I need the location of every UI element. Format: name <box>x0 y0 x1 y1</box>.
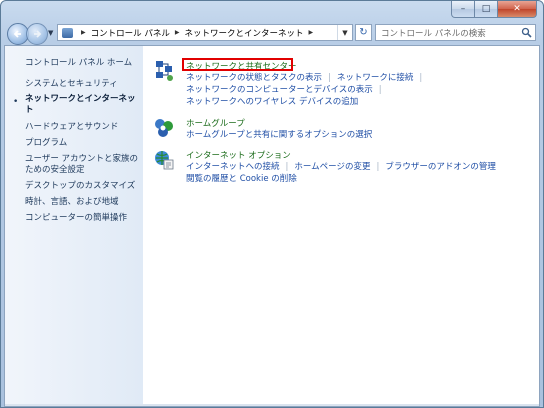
network-sharing-icon <box>156 61 173 81</box>
sidebar-item-control-panel-home[interactable]: コントロール パネル ホーム <box>25 58 132 69</box>
breadcrumb-network-internet[interactable]: ネットワークとインターネット <box>184 27 303 39</box>
link-separator: | <box>378 85 382 95</box>
homegroup-link[interactable]: ホームグループ <box>186 117 245 129</box>
maximize-icon: □ <box>481 4 491 14</box>
homegroup-task-links: ホームグループと共有に関するオプションの選択 <box>186 129 372 141</box>
search-placeholder: コントロール パネルの検索 <box>381 28 486 39</box>
homegroup-icon <box>155 119 173 137</box>
link-separator: | <box>419 73 423 83</box>
breadcrumb-control-panel[interactable]: コントロール パネル <box>91 27 170 39</box>
chevron-right-icon[interactable]: ▶ <box>308 29 313 36</box>
address-dropdown-button[interactable]: ▼ <box>337 25 352 40</box>
chevron-right-icon[interactable]: ▶ <box>81 29 86 36</box>
manage-browser-addons-link[interactable]: ブラウザーのアドオンの管理 <box>385 162 496 172</box>
search-icon[interactable] <box>521 27 532 38</box>
view-network-computers-link[interactable]: ネットワークのコンピューターとデバイスの表示 <box>186 85 373 95</box>
internet-options-icon <box>155 151 174 170</box>
navigation-toolbar: ▼ ▶ コントロール パネル ▶ ネットワークとインターネット ▶ ▼ ↻ コン… <box>1 21 543 47</box>
refresh-icon: ↻ <box>359 27 368 38</box>
add-wireless-device-link[interactable]: ネットワークへのワイヤレス デバイスの追加 <box>186 97 358 107</box>
sidebar-item-network-internet: ネットワークとインターネッ ト <box>25 94 136 115</box>
bottom-edge <box>5 404 539 406</box>
recent-pages-dropdown[interactable]: ▼ <box>48 29 53 37</box>
internet-options-task-links: インターネットへの接続 | ホームページの変更 | ブラウザーのアドオンの管理 閲覧の履… <box>186 161 496 185</box>
close-icon: ✕ <box>513 4 521 14</box>
sidebar: コントロール パネル ホーム システムとセキュリティ • ネットワークとインター… <box>5 46 143 406</box>
minimize-icon: – <box>460 4 466 14</box>
sidebar-item-system-security[interactable]: システムとセキュリティ <box>25 79 118 90</box>
search-input[interactable]: コントロール パネルの検索 <box>375 24 536 41</box>
active-bullet-icon: • <box>13 97 19 107</box>
address-bar[interactable]: ▶ コントロール パネル ▶ ネットワークとインターネット ▶ ▼ <box>57 24 353 41</box>
view-network-status-link[interactable]: ネットワークの状態とタスクの表示 <box>186 73 322 83</box>
sidebar-item-desktop-customization[interactable]: デスクトップのカスタマイズ <box>25 181 135 192</box>
change-homepage-link[interactable]: ホームページの変更 <box>294 162 370 172</box>
control-panel-icon <box>62 27 73 38</box>
sidebar-item-user-accounts[interactable]: ユーザー アカウントと家族の ための安全設定 <box>25 154 138 176</box>
forward-arrow-icon <box>34 30 42 38</box>
window-caption-buttons: – □ ✕ <box>451 1 537 18</box>
link-separator: | <box>376 162 380 172</box>
link-separator: | <box>328 73 331 83</box>
content-area: コントロール パネル ホーム システムとセキュリティ • ネットワークとインター… <box>4 45 540 407</box>
control-panel-window: – □ ✕ ▼ ▶ コントロール パネル ▶ ネットワークとインターネット ▶ <box>0 0 544 408</box>
link-separator: | <box>285 162 289 172</box>
main-panel: ネットワークと共有センター ネットワークの状態とタスクの表示 | ネットワークに接続… <box>143 46 539 406</box>
close-button[interactable]: ✕ <box>498 1 537 18</box>
sidebar-item-programs[interactable]: プログラム <box>25 138 67 149</box>
chevron-right-icon[interactable]: ▶ <box>175 29 180 36</box>
network-sharing-task-links: ネットワークの状態とタスクの表示 | ネットワークに接続 | ネットワークのコンピュー… <box>186 72 428 108</box>
forward-button[interactable] <box>26 23 48 45</box>
highlight-box <box>182 58 293 71</box>
connect-to-internet-link[interactable]: インターネットへの接続 <box>186 162 280 172</box>
sidebar-item-clock-language-region[interactable]: 時計、言語、および地域 <box>25 197 119 208</box>
internet-options-link[interactable]: インターネット オプション <box>186 149 291 161</box>
refresh-button[interactable]: ↻ <box>355 24 372 41</box>
sidebar-item-hardware-sound[interactable]: ハードウェアとサウンド <box>25 122 118 133</box>
back-arrow-icon <box>13 30 21 38</box>
minimize-button[interactable]: – <box>451 1 475 18</box>
connect-to-network-link[interactable]: ネットワークに接続 <box>337 73 414 83</box>
maximize-button[interactable]: □ <box>475 1 498 18</box>
homegroup-sharing-options-link[interactable]: ホームグループと共有に関するオプションの選択 <box>186 130 372 140</box>
sidebar-item-ease-of-access[interactable]: コンピューターの簡単操作 <box>25 213 127 224</box>
delete-browsing-history-link[interactable]: 閲覧の履歴と Cookie の削除 <box>186 174 297 184</box>
